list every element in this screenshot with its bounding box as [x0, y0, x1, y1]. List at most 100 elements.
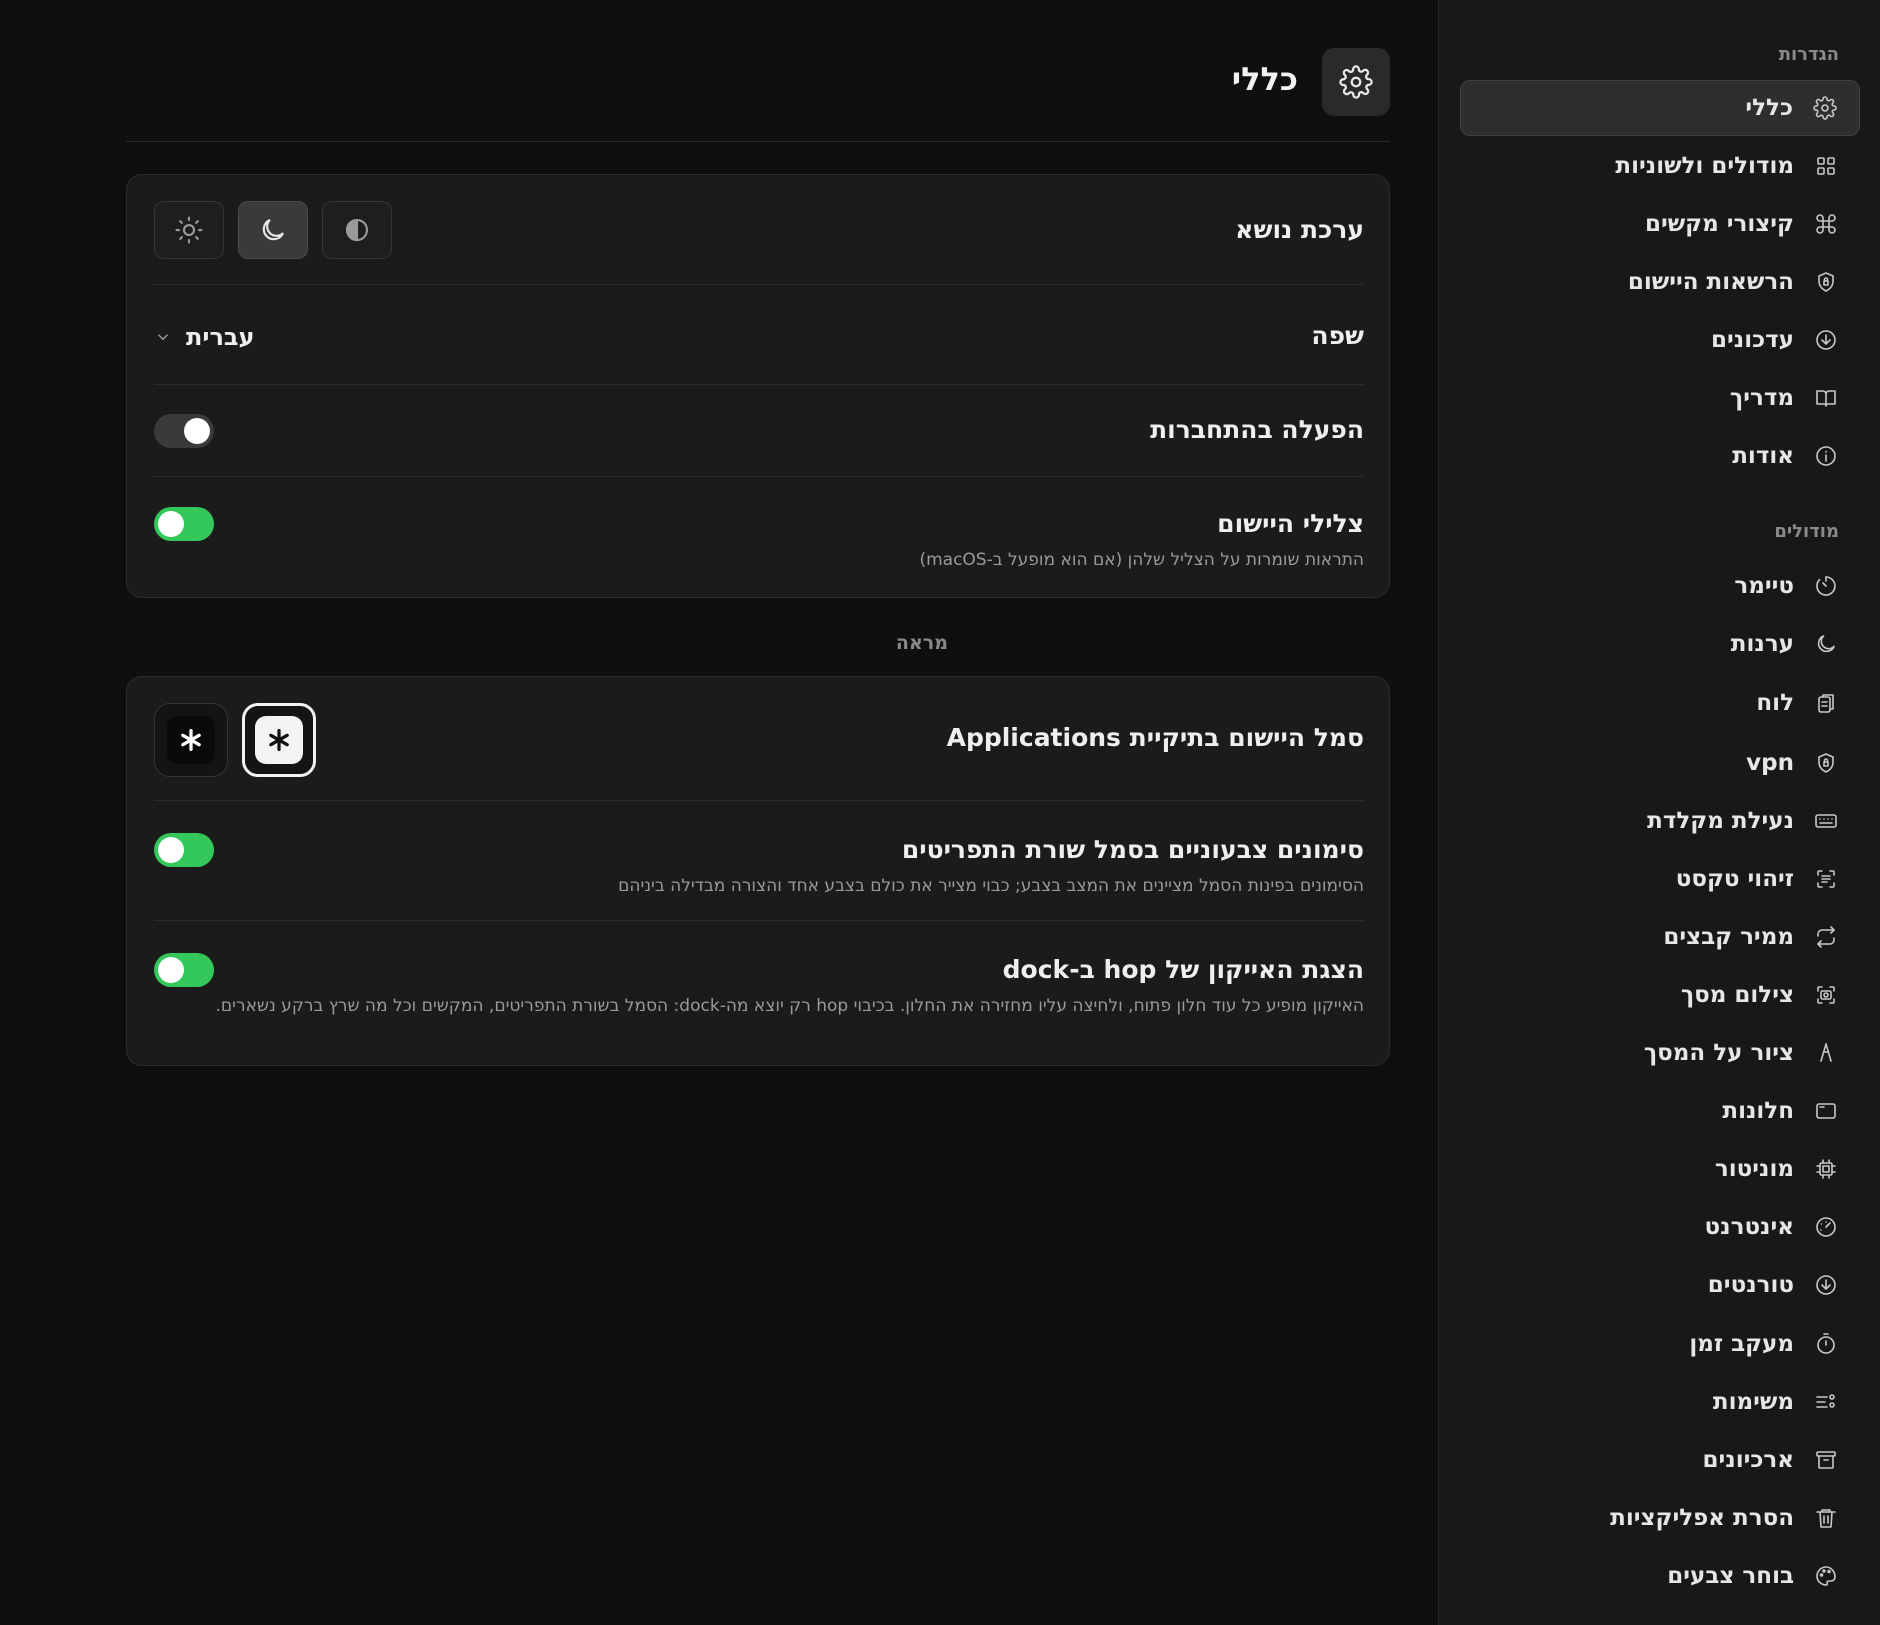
page-title: כללי — [1231, 60, 1298, 98]
theme-dark-button[interactable] — [238, 201, 308, 259]
launch-at-login-row: הפעלה בהתחברות — [154, 385, 1364, 477]
language-select[interactable]: עברית — [154, 323, 255, 351]
sidebar-item-clipboard[interactable]: לוח — [1460, 675, 1860, 731]
sidebar-item-label: נעילת מקלדת — [1647, 808, 1794, 834]
sidebar-item-label: טיימר — [1734, 573, 1794, 599]
sidebar-item-label: מודולים ולשוניות — [1615, 153, 1794, 179]
clipboard-icon — [1812, 689, 1840, 717]
sidebar-item-modules-tabs[interactable]: מודולים ולשוניות — [1460, 138, 1860, 194]
theme-auto-button[interactable] — [322, 201, 392, 259]
sidebar-item-monitor[interactable]: מוניטור — [1460, 1141, 1860, 1197]
sidebar-item-label: ממיר קבצים — [1663, 924, 1794, 950]
sidebar-item-label: מוניטור — [1714, 1156, 1794, 1182]
sidebar: הגדרות כללי מודולים ולשוניות קיצורי מקשי… — [1438, 0, 1880, 1625]
sidebar-item-screen-draw[interactable]: ציור על המסך — [1460, 1025, 1860, 1081]
sidebar-item-label: vpn — [1746, 750, 1794, 776]
palette-icon — [1812, 1562, 1840, 1590]
menubar-indicators-row: סימונים צבעוניים בסמל שורת התפריטים הסימ… — [154, 801, 1364, 921]
dock-icon-description: האייקון מופיע כל עוד חלון פתוח, ולחיצה ע… — [215, 996, 1364, 1016]
moon-icon — [262, 219, 284, 241]
menubar-indicators-description: הסימונים בפינות הסמל מציינים את המצב בצב… — [618, 876, 1364, 896]
sidebar-item-tasks[interactable]: משימות — [1460, 1374, 1860, 1430]
shield-icon — [1812, 268, 1840, 296]
sidebar-item-uninstaller[interactable]: הסרת אפליקציות — [1460, 1490, 1860, 1546]
launch-at-login-label: הפעלה בהתחברות — [1150, 415, 1364, 444]
download-circle-icon — [1812, 326, 1840, 354]
general-card: ערכת נושא שפה עברית הפעלה בהתחברות צלילי… — [126, 174, 1390, 598]
moon-icon — [1812, 630, 1840, 658]
app-sounds-toggle[interactable] — [154, 507, 214, 541]
sidebar-item-label: לוח — [1756, 690, 1794, 716]
sidebar-item-shortcuts[interactable]: קיצורי מקשים — [1460, 196, 1860, 252]
sidebar-item-label: עדכונים — [1711, 327, 1794, 353]
sidebar-item-timer[interactable]: טיימר — [1460, 558, 1860, 614]
text-scan-icon — [1812, 865, 1840, 893]
sidebar-item-label: מעקב זמן — [1689, 1331, 1794, 1357]
sidebar-item-file-converter[interactable]: ממיר קבצים — [1460, 909, 1860, 965]
sidebar-item-screenshot[interactable]: צילום מסך — [1460, 967, 1860, 1023]
sidebar-item-label: טורנטים — [1707, 1272, 1794, 1298]
theme-switcher — [154, 201, 392, 259]
sidebar-item-label: חלונות — [1722, 1098, 1794, 1124]
asterisk-icon — [181, 729, 201, 751]
contrast-icon — [345, 218, 369, 242]
timer-icon — [1812, 572, 1840, 600]
camera-icon — [1812, 981, 1840, 1009]
launch-at-login-toggle[interactable] — [154, 414, 214, 448]
sidebar-item-guide[interactable]: מדריך — [1460, 370, 1860, 426]
menubar-indicators-toggle[interactable] — [154, 833, 214, 867]
sidebar-item-torrents[interactable]: טורנטים — [1460, 1257, 1860, 1313]
theme-light-button[interactable] — [154, 201, 224, 259]
sidebar-item-color-picker[interactable]: בוחר צבעים — [1460, 1548, 1860, 1604]
sidebar-item-label: ערנות — [1730, 631, 1794, 657]
sidebar-item-vpn[interactable]: vpn — [1460, 735, 1860, 791]
sidebar-item-text-recognition[interactable]: זיהוי טקסט — [1460, 851, 1860, 907]
sidebar-item-label: זיהוי טקסט — [1675, 866, 1794, 892]
sidebar-item-label: צילום מסך — [1680, 982, 1794, 1008]
app-sounds-row: צלילי היישום התראות שומרות על הצליל שלהן… — [154, 477, 1364, 599]
sidebar-item-label: אודות — [1732, 443, 1794, 469]
keyboard-icon — [1812, 807, 1840, 835]
sidebar-item-time-tracking[interactable]: מעקב זמן — [1460, 1316, 1860, 1372]
sidebar-item-label: משימות — [1712, 1389, 1794, 1415]
app-icon-dark-option[interactable] — [154, 703, 228, 777]
theme-label: ערכת נושא — [1235, 215, 1364, 244]
cpu-icon — [1812, 1155, 1840, 1183]
main-content: כללי ערכת נושא שפה עברית הפעלה בהתחברות … — [0, 0, 1438, 1625]
trash-icon — [1812, 1504, 1840, 1532]
sidebar-item-label: הסרת אפליקציות — [1610, 1505, 1794, 1531]
sidebar-item-permissions[interactable]: הרשאות היישום — [1460, 254, 1860, 310]
app-icon-label: סמל היישום בתיקיית Applications — [946, 723, 1364, 752]
sidebar-item-label: כללי — [1745, 95, 1793, 121]
settings-heading: הגדרות — [1778, 44, 1839, 65]
sidebar-item-updates[interactable]: עדכונים — [1460, 312, 1860, 368]
command-icon — [1812, 210, 1840, 238]
vpn-shield-icon — [1812, 749, 1840, 777]
archive-icon — [1812, 1446, 1840, 1474]
dock-icon-row: הצגת האייקון של hop ב-dock האייקון מופיע… — [154, 921, 1364, 1067]
header-gear-icon — [1322, 48, 1390, 116]
sidebar-item-awake[interactable]: ערנות — [1460, 616, 1860, 672]
asterisk-icon — [269, 729, 289, 751]
dock-icon-label: הצגת האייקון של hop ב-dock — [1002, 955, 1364, 984]
sidebar-item-keyboard-lock[interactable]: נעילת מקלדת — [1460, 793, 1860, 849]
sidebar-item-internet[interactable]: אינטרנט — [1460, 1199, 1860, 1255]
app-icon-row: סמל היישום בתיקיית Applications — [154, 677, 1364, 801]
app-icon-light-option[interactable] — [242, 703, 316, 777]
sidebar-item-label: הרשאות היישום — [1627, 269, 1794, 295]
speed-icon — [1812, 1213, 1840, 1241]
dock-icon-toggle[interactable] — [154, 953, 214, 987]
book-icon — [1812, 384, 1840, 412]
sidebar-item-general[interactable]: כללי — [1460, 80, 1860, 136]
sidebar-item-label: ציור על המסך — [1643, 1040, 1794, 1066]
sidebar-item-windows[interactable]: חלונות — [1460, 1083, 1860, 1139]
sidebar-item-about[interactable]: אודות — [1460, 428, 1860, 484]
stopwatch-icon — [1812, 1330, 1840, 1358]
language-value: עברית — [186, 323, 255, 351]
theme-row: ערכת נושא — [154, 175, 1364, 285]
download-circle-icon — [1812, 1271, 1840, 1299]
sun-icon — [175, 216, 203, 244]
sidebar-item-archives[interactable]: ארכיונים — [1460, 1432, 1860, 1488]
app-sounds-label: צלילי היישום — [1217, 509, 1364, 538]
grid-icon — [1812, 152, 1840, 180]
